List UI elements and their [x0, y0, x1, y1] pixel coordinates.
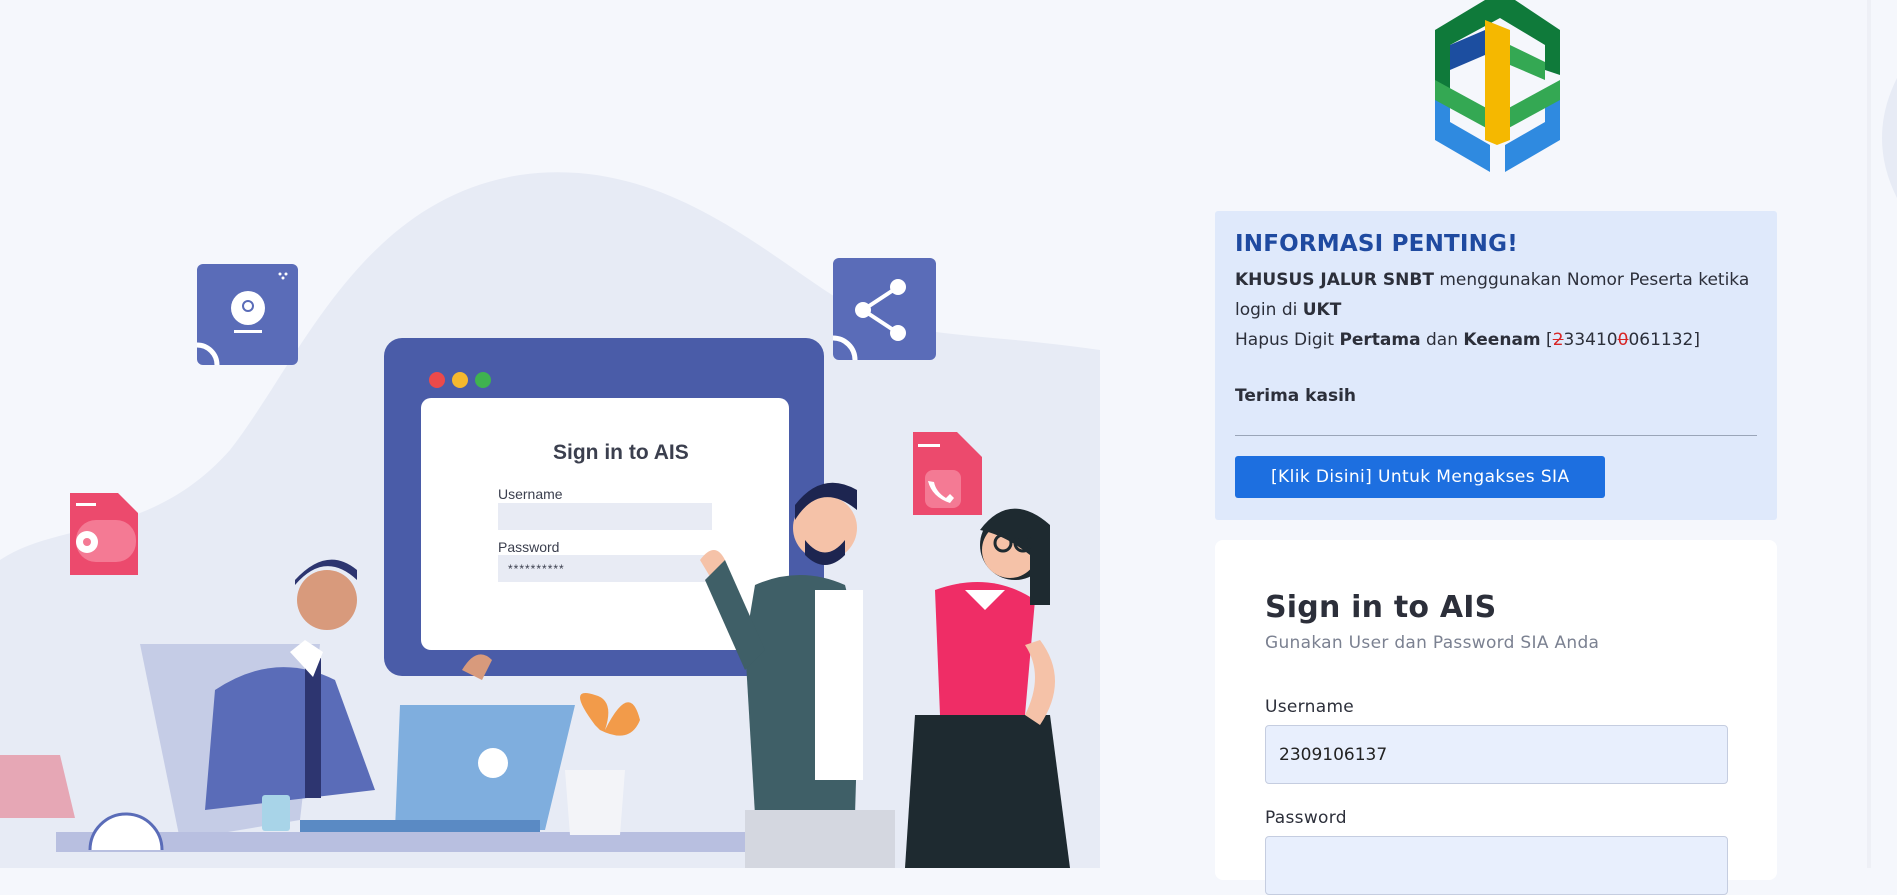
info-open-bracket: [ [1540, 330, 1553, 350]
settings-doc-icon [70, 493, 138, 575]
info-and-text: dan [1420, 330, 1464, 350]
mock-signin-title: Sign in to AIS [553, 441, 689, 464]
info-line-snbt: KHUSUS JALUR SNBT menggunakan Nomor Pese… [1235, 265, 1757, 325]
example-part1: 33410 [1563, 330, 1618, 350]
important-info-panel: INFORMASI PENTING! KHUSUS JALUR SNBT men… [1215, 211, 1777, 520]
mock-password-label: Password [498, 539, 560, 555]
signin-title: Sign in to AIS [1265, 590, 1497, 625]
password-label: Password [1265, 808, 1347, 828]
example-digit-sixth: 0 [1617, 330, 1629, 350]
mock-password-dots: ********** [508, 562, 565, 576]
edge-decoration [1867, 0, 1897, 868]
info-divider [1235, 435, 1757, 436]
signin-card: Sign in to AIS Gunakan User dan Password… [1215, 540, 1777, 895]
password-input[interactable] [1265, 836, 1728, 895]
illustration-art [0, 172, 1100, 868]
info-close-bracket: ] [1693, 330, 1700, 350]
info-ukt-bold: UKT [1302, 300, 1342, 320]
profile-card-icon [196, 264, 298, 366]
info-sixth-bold: Keenam [1463, 330, 1541, 350]
access-sia-button[interactable]: [Klik Disini] Untuk Mengakses SIA [1235, 456, 1606, 498]
info-thanks: Terima kasih [1235, 386, 1357, 406]
login-illustration: Sign in to AIS Username Password *******… [0, 0, 1100, 868]
mock-username-label: Username [498, 486, 563, 502]
info-digits-text: Hapus Digit [1235, 330, 1340, 350]
info-first-bold: Pertama [1339, 330, 1421, 350]
example-digit-first: 2 [1552, 330, 1564, 350]
university-logo [1435, 0, 1560, 172]
info-line-digits: Hapus Digit Pertama dan Keenam [23341000… [1235, 325, 1757, 355]
username-input[interactable] [1265, 725, 1728, 784]
info-heading: INFORMASI PENTING! [1235, 231, 1518, 257]
username-label: Username [1265, 697, 1355, 717]
example-part2: 061132 [1628, 330, 1694, 350]
signin-subtitle: Gunakan User dan Password SIA Anda [1265, 633, 1600, 653]
share-card-icon [832, 258, 936, 361]
info-snbt-bold: KHUSUS JALUR SNBT [1235, 270, 1434, 290]
